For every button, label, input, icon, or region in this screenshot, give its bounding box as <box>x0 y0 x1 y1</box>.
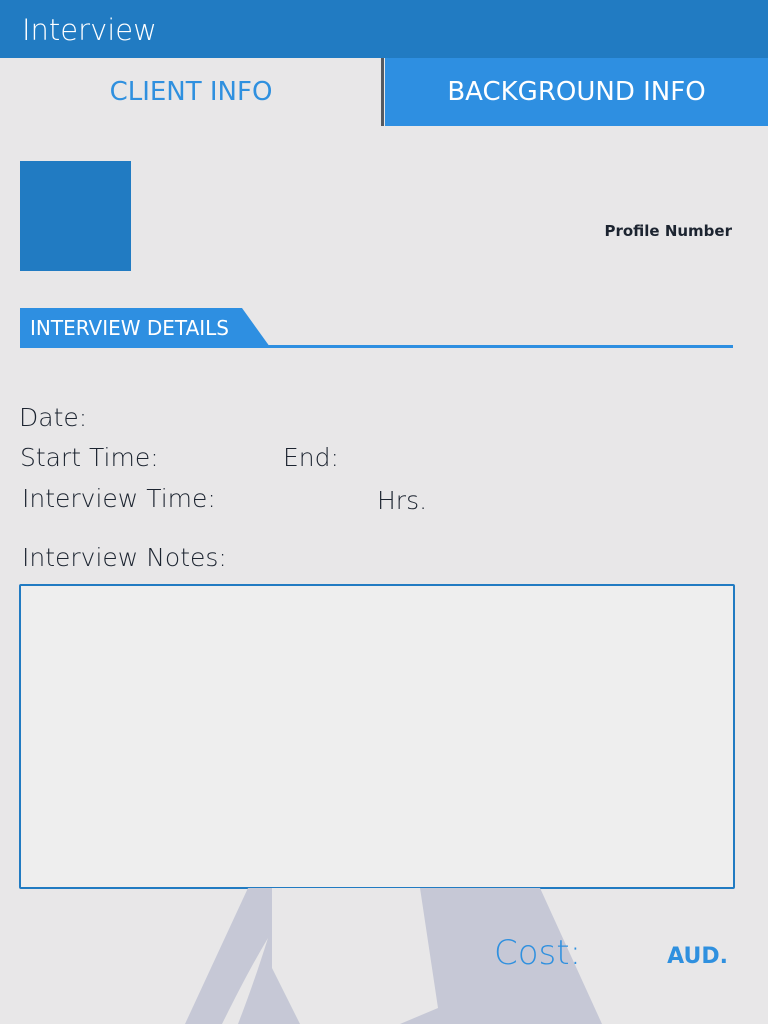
tab-divider <box>381 58 384 126</box>
watermark-logo-image <box>185 888 602 1024</box>
cost-label: Cost: <box>494 933 582 973</box>
currency-label: AUD. <box>667 944 728 969</box>
tab-client-info[interactable]: CLIENT INFO <box>0 58 382 126</box>
app-bar: Interview <box>0 0 768 58</box>
interview-notes-textarea[interactable] <box>19 584 735 889</box>
start-time-label: Start Time: <box>20 443 159 472</box>
section-rule <box>20 345 733 348</box>
profile-photo-placeholder[interactable] <box>20 161 131 271</box>
tab-background-info-label: BACKGROUND INFO <box>447 77 706 107</box>
profile-number-label: Profile Number <box>604 222 732 240</box>
tab-client-info-label: CLIENT INFO <box>109 77 273 107</box>
interview-notes-label: Interview Notes: <box>22 543 227 572</box>
interview-details-header: INTERVIEW DETAILS <box>20 308 270 348</box>
interview-time-label: Interview Time: <box>22 484 216 513</box>
tab-background-info[interactable]: BACKGROUND INFO <box>385 58 768 126</box>
end-time-label: End: <box>283 443 339 472</box>
app-title: Interview <box>22 13 157 47</box>
date-label: Date: <box>19 403 88 432</box>
hours-unit-label: Hrs. <box>377 486 428 515</box>
section-title: INTERVIEW DETAILS <box>30 316 229 340</box>
